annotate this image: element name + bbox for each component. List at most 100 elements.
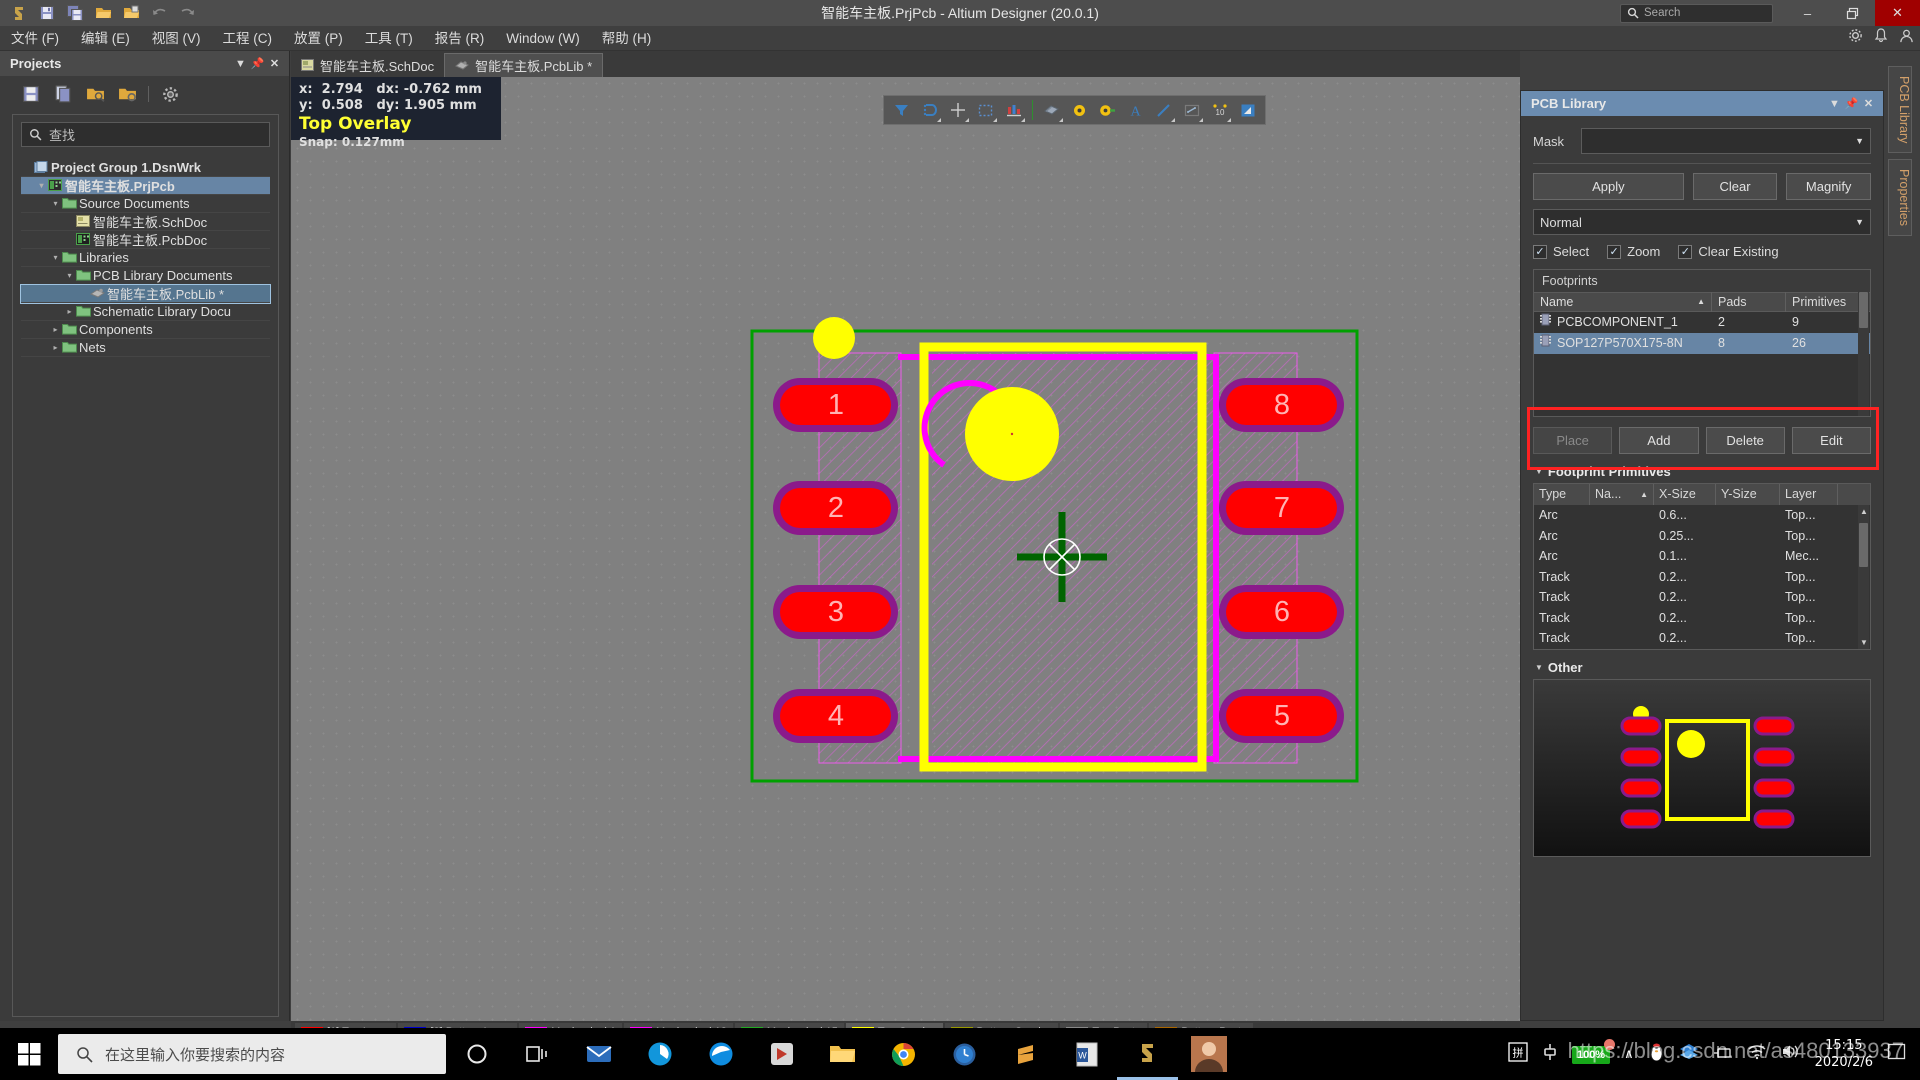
undo-icon[interactable] [146,1,172,25]
string-text-icon[interactable]: A [1123,97,1148,123]
menu-tools[interactable]: 工具 (T) [354,26,424,51]
compile-icon[interactable] [52,83,74,105]
chevron-down-icon[interactable]: ▼ [1826,98,1843,110]
altium-logo-icon[interactable] [6,1,32,25]
footprint-drawing[interactable]: 1 2 3 4 [746,317,1366,797]
ime-indicator[interactable]: 拼 [1508,1042,1528,1067]
menu-project[interactable]: 工程 (C) [212,26,284,51]
clear-existing-checkbox[interactable]: ✓ Clear Existing [1678,244,1778,259]
menu-file[interactable]: 文件 (F) [0,26,70,51]
footprint-row[interactable]: PCBCOMPONENT_129 [1534,312,1870,333]
collapse-arrow-icon[interactable]: ▸ [49,325,62,334]
magnify-button[interactable]: Magnify [1786,173,1871,200]
polygon-pour-icon[interactable] [1235,97,1260,123]
clock-icon[interactable] [934,1028,995,1080]
tree-node[interactable]: ▾PCB Library Documents [21,267,270,285]
taskbar-search-input[interactable]: 在这里输入你要搜索的内容 [58,1034,446,1074]
pin-icon[interactable]: 📌 [1843,97,1860,110]
tree-node[interactable]: 智能车主板.SchDoc [21,213,270,231]
scrollbar-thumb[interactable] [1859,523,1868,567]
close-icon[interactable]: ✕ [266,57,283,70]
menu-place[interactable]: 放置 (P) [283,26,354,51]
col-pads[interactable]: Pads [1712,292,1786,312]
place-button[interactable]: Place [1533,427,1612,454]
primitive-row[interactable]: Track0.2...Top... [1534,567,1870,588]
coordinate-icon[interactable]: 10 [1207,97,1232,123]
select-area-icon[interactable] [973,97,998,123]
scroll-up-icon[interactable]: ▲ [1860,507,1868,516]
tree-node[interactable]: ▾智能车主板.PrjPcb [21,177,270,195]
expand-arrow-icon[interactable]: ▾ [49,199,62,208]
primitive-row[interactable]: Track0.2...Top... [1534,587,1870,608]
footprint-row[interactable]: SOP127P570X175-8N826 [1534,333,1870,354]
project-options-icon[interactable] [116,83,138,105]
collapse-arrow-icon[interactable]: ▸ [63,307,76,316]
primitive-row[interactable]: Arc0.1...Mec... [1534,546,1870,567]
mail-icon[interactable] [568,1028,629,1080]
bell-icon[interactable] [1874,28,1888,48]
side-tab-pcb-library[interactable]: PCB Library [1888,66,1912,153]
close-button[interactable]: ✕ [1875,0,1920,26]
chevron-up-icon[interactable]: ∧ [1624,1046,1634,1062]
line-icon[interactable] [1151,97,1176,123]
qq-penguin-icon[interactable] [1648,1042,1665,1067]
scroll-down-icon[interactable]: ▼ [1860,638,1868,647]
edit-button[interactable]: Edit [1792,427,1871,454]
tree-node[interactable]: ▸Components [21,321,270,339]
wifi-icon[interactable] [1747,1043,1767,1065]
tree-node[interactable]: ▾Libraries [21,249,270,267]
edge-icon[interactable] [690,1028,751,1080]
col-layer[interactable]: Layer [1780,484,1838,505]
chrome-icon[interactable] [873,1028,934,1080]
primitives-scrollbar[interactable]: ▲ ▼ [1858,505,1869,649]
start-button[interactable] [0,1028,58,1080]
network-icon[interactable] [1713,1043,1733,1065]
select-checkbox[interactable]: ✓ Select [1533,244,1589,259]
close-icon[interactable]: ✕ [1860,97,1877,110]
col-na[interactable]: Na... ▲ [1590,484,1654,505]
tree-node[interactable]: Project Group 1.DsnWrk [21,159,270,177]
side-tab-properties[interactable]: Properties [1888,159,1912,236]
store-icon[interactable] [751,1028,812,1080]
pcb-library-editor-canvas[interactable]: x: 2.794 dx: -0.762 mm y: 0.508 dy: 1.90… [291,77,1520,1021]
primitive-row[interactable]: Arc0.6...Top... [1534,505,1870,526]
tab-pcblib[interactable]: 智能车主板.PcbLib * [444,53,603,77]
tree-node[interactable]: ▾Source Documents [21,195,270,213]
taskbar-clock[interactable]: 15:15 2020/2/6 [1815,1037,1873,1071]
component-icon[interactable] [1039,97,1064,123]
col-name[interactable]: Name ▲ [1534,292,1712,312]
expand-arrow-icon[interactable]: ▾ [35,181,48,190]
task-view-icon[interactable] [507,1028,568,1080]
tree-node[interactable]: 智能车主板.PcbDoc [21,231,270,249]
mode-combo[interactable]: Normal ▼ [1533,209,1871,235]
menu-view[interactable]: 视图 (V) [141,26,212,51]
filter-icon[interactable] [889,97,914,123]
cortana-icon[interactable] [446,1028,507,1080]
altium-icon[interactable] [1117,1028,1178,1080]
tree-node[interactable]: 智能车主板.PcbLib * [21,285,270,303]
save-icon[interactable] [20,83,42,105]
tree-node[interactable]: ▸Nets [21,339,270,357]
via-icon[interactable] [1067,97,1092,123]
file-explorer-icon[interactable] [812,1028,873,1080]
dimension-icon[interactable] [1179,97,1204,123]
minimize-button[interactable]: – [1785,0,1830,26]
restore-button[interactable] [1830,0,1875,26]
open-icon[interactable] [90,1,116,25]
tree-node[interactable]: ▸Schematic Library Docu [21,303,270,321]
menu-help[interactable]: 帮助 (H) [591,26,663,51]
footprint-primitives-section-header[interactable]: ▼ Footprint Primitives [1535,464,1871,479]
word-icon[interactable]: W [1056,1028,1117,1080]
pcb-chart-icon[interactable] [1001,97,1026,123]
redo-icon[interactable] [174,1,200,25]
col-ysize[interactable]: Y-Size [1716,484,1780,505]
crosshair-place-icon[interactable] [945,97,970,123]
open-project-icon[interactable] [118,1,144,25]
add-button[interactable]: Add [1619,427,1698,454]
chevron-down-icon[interactable]: ▼ [232,58,249,70]
apply-button[interactable]: Apply [1533,173,1684,200]
col-xsize[interactable]: X-Size [1654,484,1716,505]
gear-icon[interactable] [1848,28,1863,48]
user-icon[interactable] [1899,28,1914,48]
layers-icon[interactable] [1679,1042,1699,1066]
